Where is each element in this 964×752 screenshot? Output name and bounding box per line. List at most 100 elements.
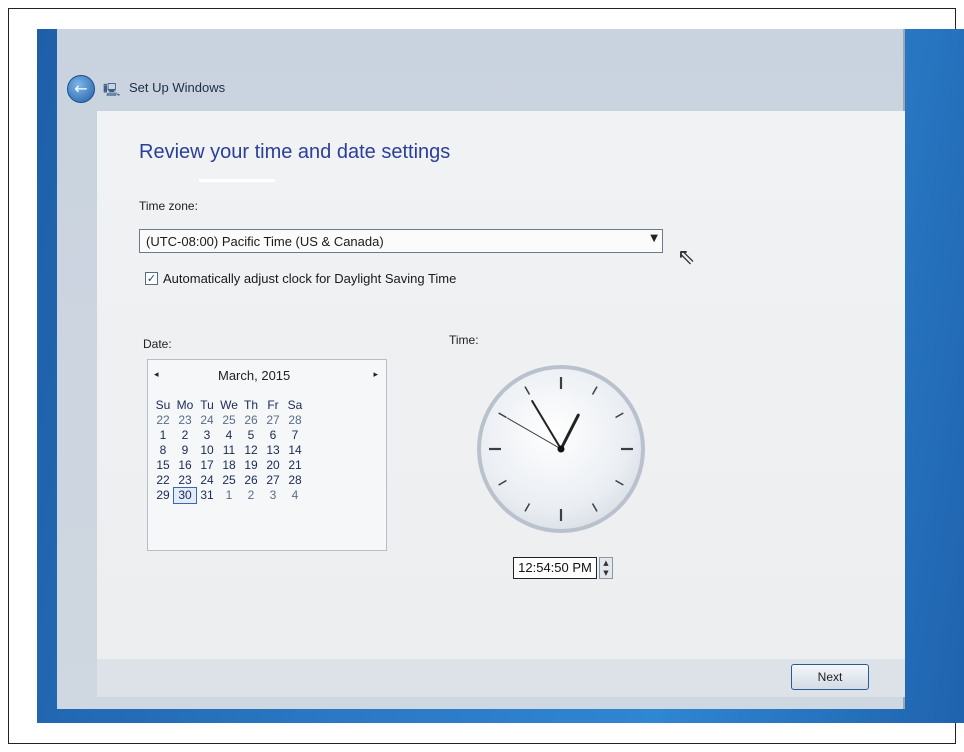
back-arrow-icon[interactable]: ← <box>67 75 95 103</box>
calendar-day[interactable]: 4 <box>284 488 306 503</box>
clock-tick <box>498 479 507 486</box>
calendar-week: 22 23 24 25 26 27 28 <box>152 473 378 488</box>
calendar-day[interactable]: 22 <box>152 473 174 488</box>
calendar-day[interactable]: 2 <box>240 488 262 503</box>
calendar-day[interactable]: 23 <box>174 413 196 428</box>
calendar-day[interactable]: 27 <box>262 413 284 428</box>
calendar-week: 1234567 <box>152 428 378 443</box>
calendar-week: 22 23 24 25 26 27 28 <box>152 413 378 428</box>
calendar-day[interactable]: 3 <box>262 488 284 503</box>
setup-icon: 🖳 <box>103 83 121 98</box>
next-button[interactable]: Next <box>791 664 869 690</box>
minute-hand <box>531 399 562 450</box>
calendar-day[interactable]: 22 <box>152 413 174 428</box>
calendar-day[interactable]: 5 <box>240 428 262 443</box>
date-label: Date: <box>143 337 172 351</box>
calendar-day[interactable]: 21 <box>284 458 306 473</box>
setup-content: Review your time and date settings Time … <box>97 111 905 659</box>
previous-month-icon[interactable]: ◂ <box>154 370 159 380</box>
dst-checkbox[interactable]: ✓ <box>145 272 158 285</box>
mouse-pointer-icon: ⇖ <box>677 245 696 270</box>
hour-hand <box>559 413 580 451</box>
calendar-day[interactable]: 1 <box>152 428 174 443</box>
spin-up-icon[interactable]: ▲ <box>600 558 612 568</box>
calendar-day[interactable]: 10 <box>196 443 218 458</box>
time-input[interactable]: 12:54:50 PM <box>513 557 597 579</box>
calendar-day[interactable]: 4 <box>218 428 240 443</box>
calendar-day[interactable]: 3 <box>196 428 218 443</box>
calendar-day[interactable]: 30 <box>173 487 197 504</box>
analog-clock <box>477 365 645 533</box>
calendar-day[interactable]: 23 <box>174 473 196 488</box>
calendar-day[interactable]: 27 <box>262 473 284 488</box>
calendar-day[interactable]: 14 <box>284 443 306 458</box>
calendar-day[interactable]: 2 <box>174 428 196 443</box>
calendar-day[interactable]: 16 <box>174 458 196 473</box>
calendar-day[interactable]: 31 <box>196 488 218 503</box>
calendar-day[interactable]: 25 <box>218 413 240 428</box>
weekday-label: Fr <box>267 398 279 412</box>
calendar-day[interactable]: 28 <box>284 413 306 428</box>
clock-face <box>489 377 633 521</box>
calendar-week: 15 16 17 18 19 20 21 <box>152 458 378 473</box>
calendar-month[interactable]: March, 2015 <box>218 368 290 383</box>
calendar-day[interactable]: 26 <box>240 473 262 488</box>
window-title: Set Up Windows <box>129 80 226 95</box>
clock-tick <box>591 386 598 395</box>
calendar-day[interactable]: 29 <box>152 488 174 503</box>
weekday-label: Su <box>155 398 171 412</box>
screenshot-frame: ← 🖳 Set Up Windows Review your time and … <box>8 8 964 744</box>
calendar-day[interactable]: 9 <box>174 443 196 458</box>
desktop-background: ← 🖳 Set Up Windows Review your time and … <box>37 29 964 723</box>
weekday-label: Th <box>243 398 258 412</box>
weekday-label: Tu <box>200 398 214 412</box>
time-zone-dropdown[interactable]: (UTC-08:00) Pacific Time (US & Canada) ▼ <box>139 229 663 253</box>
weekday-label: Mo <box>176 398 194 412</box>
calendar-week: 29 30 31 1 2 3 4 <box>152 487 378 504</box>
footer-bar: Next <box>97 659 905 697</box>
title-bar: ← 🖳 Set Up Windows <box>57 65 903 111</box>
clock-tick <box>498 412 507 419</box>
calendar-day[interactable]: 26 <box>240 413 262 428</box>
clock-tick <box>524 503 531 512</box>
calendar-day[interactable]: 17 <box>196 458 218 473</box>
dropdown-arrow-icon[interactable]: ▼ <box>650 233 658 244</box>
clock-center <box>557 445 565 453</box>
calendar-day[interactable]: 1 <box>218 488 240 503</box>
calendar-week: 8 9 10 11 12 13 14 <box>152 443 378 458</box>
time-label: Time: <box>449 333 479 347</box>
calendar-day[interactable]: 19 <box>240 458 262 473</box>
weekday-label: We <box>220 398 238 412</box>
second-hand <box>506 417 562 450</box>
clock-tick <box>591 503 598 512</box>
setup-window: ← 🖳 Set Up Windows Review your time and … <box>57 29 905 709</box>
calendar-day[interactable]: 24 <box>196 473 218 488</box>
calendar-day[interactable]: 6 <box>262 428 284 443</box>
page-heading: Review your time and date settings <box>139 141 451 163</box>
calendar-grid: Su Mo Tu We Th Fr Sa 22 23 24 25 26 27 28 1 2 3 4 5 6 7 8 9 10 1… <box>152 398 378 504</box>
clock-tick <box>615 412 624 419</box>
calendar-day[interactable]: 11 <box>218 443 240 458</box>
clock-tick <box>524 386 531 395</box>
calendar-day[interactable]: 18 <box>218 458 240 473</box>
calendar-day[interactable]: 25 <box>218 473 240 488</box>
time-zone-value: (UTC-08:00) Pacific Time (US & Canada) <box>146 234 384 249</box>
spin-down-icon[interactable]: ▼ <box>600 568 612 578</box>
clock-tick <box>615 479 624 486</box>
calendar-day[interactable]: 12 <box>240 443 262 458</box>
calendar: ◂ March, 2015 ▸ Su Mo Tu We Th Fr Sa 22 23 24 25 26… <box>147 359 387 551</box>
calendar-day[interactable]: 15 <box>152 458 174 473</box>
calendar-day[interactable]: 20 <box>262 458 284 473</box>
calendar-day[interactable]: 13 <box>262 443 284 458</box>
calendar-day[interactable]: 24 <box>196 413 218 428</box>
calendar-day[interactable]: 8 <box>152 443 174 458</box>
weekday-label: Sa <box>287 398 303 412</box>
weekday-header: Su Mo Tu We Th Fr Sa <box>152 398 378 413</box>
dst-label: Automatically adjust clock for Daylight … <box>163 271 457 286</box>
time-zone-label: Time zone: <box>139 199 198 213</box>
time-spinner[interactable]: ▲ ▼ <box>599 557 613 579</box>
next-month-icon[interactable]: ▸ <box>373 370 378 380</box>
heading-underline <box>199 179 275 182</box>
calendar-day[interactable]: 7 <box>284 428 306 443</box>
calendar-day[interactable]: 28 <box>284 473 306 488</box>
